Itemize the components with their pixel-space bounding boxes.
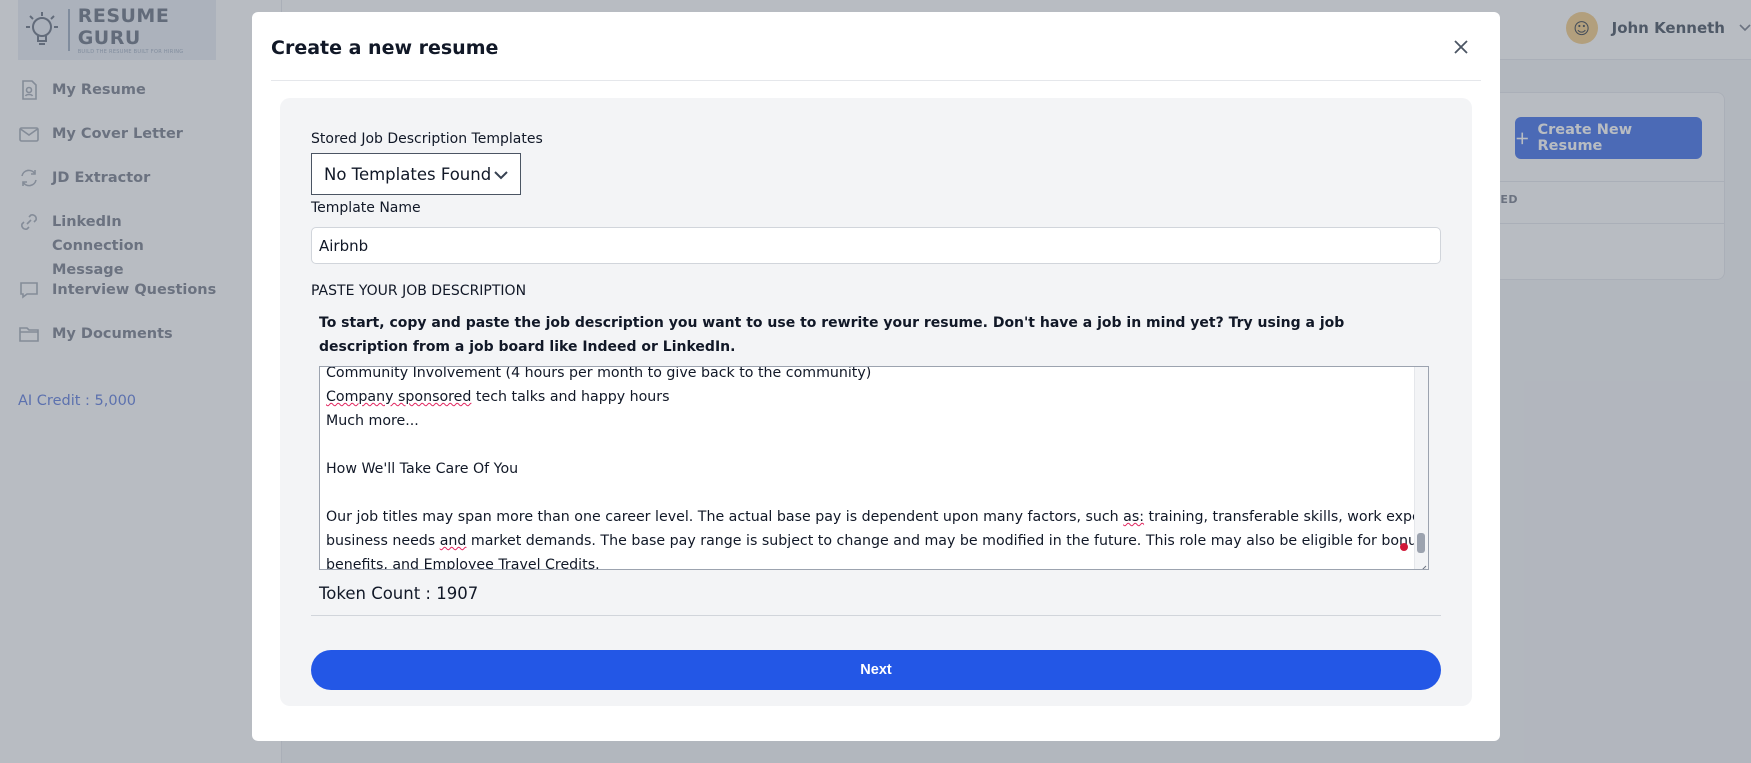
- grammar-check-icon[interactable]: [1400, 543, 1408, 551]
- jd-line: [326, 433, 1412, 457]
- jd-line: How We'll Take Care Of You: [326, 461, 519, 477]
- paste-jd-label: PASTE YOUR JOB DESCRIPTION: [311, 283, 527, 299]
- textarea-scrollbar[interactable]: [1414, 367, 1428, 569]
- jd-line: business needs and market demands. The b…: [326, 533, 1429, 549]
- token-count: Token Count : 1907: [319, 584, 479, 603]
- spellcheck-word: Company sponsored: [326, 389, 472, 405]
- templates-selected-value: No Templates Found: [324, 164, 492, 184]
- modal-title: Create a new resume: [271, 37, 499, 59]
- spellcheck-word: as:: [1123, 509, 1145, 525]
- scrollbar-thumb[interactable]: [1417, 533, 1425, 553]
- resize-handle-icon[interactable]: [1417, 558, 1427, 569]
- templates-select[interactable]: No Templates Found: [311, 153, 521, 195]
- jd-line: Our job titles may span more than one ca…: [326, 509, 1428, 525]
- jd-instructions: To start, copy and paste the job descrip…: [319, 315, 1345, 355]
- divider: [311, 615, 1441, 616]
- job-description-textarea[interactable]: Community Involvement (4 hours per month…: [319, 366, 1429, 570]
- template-name-input[interactable]: [311, 227, 1441, 264]
- job-description-panel: Stored Job Description Templates No Temp…: [280, 98, 1472, 706]
- jd-line: Company sponsored tech talks and happy h…: [326, 389, 670, 405]
- spellcheck-word: and: [439, 533, 467, 549]
- close-icon: [1454, 39, 1468, 58]
- chevron-down-icon: [494, 165, 508, 184]
- template-name-label: Template Name: [311, 200, 421, 216]
- next-button[interactable]: Next: [311, 650, 1441, 690]
- jd-line: Community Involvement (4 hours per month…: [326, 366, 872, 381]
- jd-line: [326, 481, 1412, 505]
- modal-header: Create a new resume: [271, 12, 1481, 81]
- jd-line: benefits, and Employee Travel Credits.: [326, 557, 600, 570]
- templates-label: Stored Job Description Templates: [311, 131, 543, 147]
- jd-text-content: Community Involvement (4 hours per month…: [326, 366, 1429, 570]
- close-button[interactable]: [1451, 38, 1471, 58]
- create-resume-modal: Create a new resume Stored Job Descripti…: [252, 12, 1500, 741]
- jd-line: Much more...: [326, 413, 419, 429]
